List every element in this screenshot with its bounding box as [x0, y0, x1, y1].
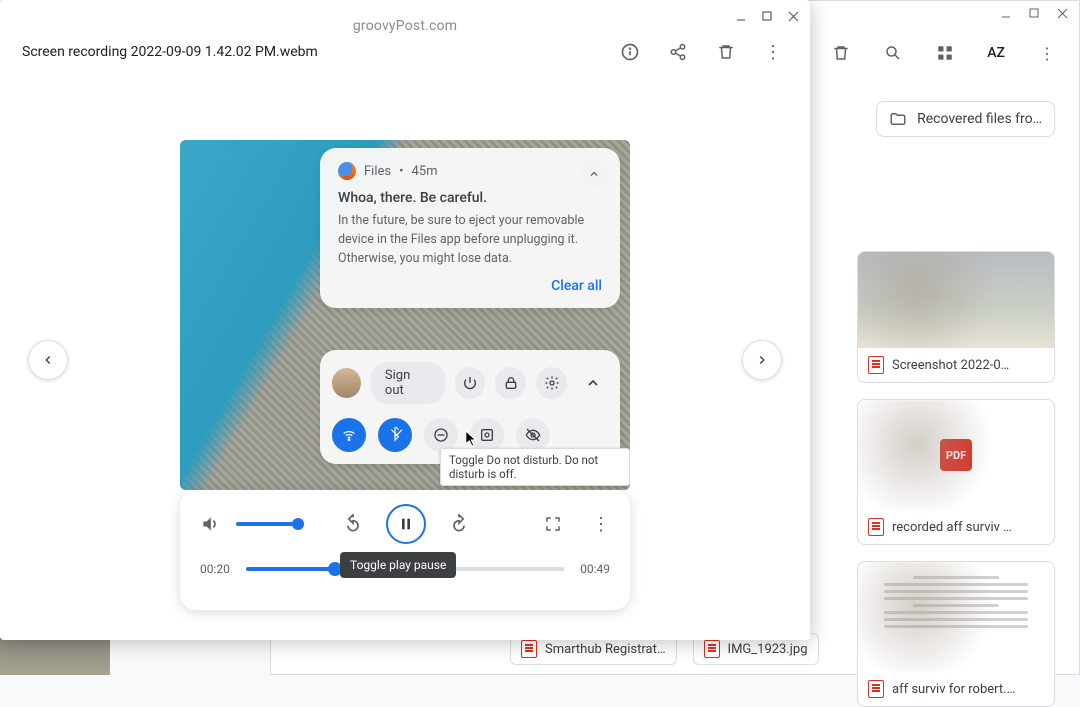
thumbnail-image [858, 252, 1054, 348]
search-icon[interactable] [883, 43, 903, 63]
wifi-toggle[interactable] [332, 418, 366, 452]
media-viewer: Files • 45m Whoa, there. Be careful. In … [0, 120, 810, 640]
pdf-badge-icon: PDF [940, 439, 972, 471]
file-label: aff surviv for robert.… [892, 682, 1015, 697]
file-label: Smarthub Registrat… [545, 642, 666, 657]
volume-icon[interactable] [200, 514, 220, 534]
visibility-off-toggle[interactable] [516, 418, 550, 452]
play-pause-button[interactable] [386, 504, 426, 544]
delete-icon[interactable] [831, 43, 851, 63]
play-pause-tooltip: Toggle play pause [340, 552, 456, 578]
folder-icon [889, 110, 907, 128]
folder-chip-label: Recovered files fro… [917, 111, 1042, 127]
power-icon[interactable] [455, 367, 486, 399]
settings-icon[interactable] [536, 367, 567, 399]
lock-icon[interactable] [495, 367, 526, 399]
notification-title: Whoa, there. Be careful. [338, 190, 602, 206]
image-file-icon [868, 356, 884, 374]
file-title: Screen recording 2022-09-09 1.42.02 PM.w… [22, 44, 318, 60]
bg-close-button[interactable] [1055, 6, 1069, 20]
app-icon [338, 162, 356, 180]
expand-icon[interactable] [577, 367, 608, 399]
clear-all-button[interactable]: Clear all [338, 278, 602, 294]
video-player-controls: ⋮ 00:20 00:49 [180, 490, 630, 610]
close-button[interactable] [786, 9, 800, 23]
notification-age: 45m [412, 164, 438, 179]
sign-out-button[interactable]: Sign out [371, 362, 445, 404]
sort-button[interactable]: AZ [987, 45, 1005, 61]
file-label: IMG_1923.jpg [728, 642, 808, 657]
collapse-icon[interactable] [580, 160, 608, 188]
current-time: 00:20 [200, 562, 230, 576]
video-frame: Files • 45m Whoa, there. Be careful. In … [180, 140, 630, 490]
notification-body: In the future, be sure to eject your rem… [338, 212, 602, 268]
pdf-file-icon [868, 680, 884, 698]
info-icon[interactable] [620, 42, 640, 62]
dnd-toggle[interactable] [424, 418, 458, 452]
player-more-icon[interactable]: ⋮ [592, 514, 610, 535]
bg-minimize-button[interactable] [999, 6, 1013, 20]
volume-slider[interactable] [236, 522, 298, 526]
user-avatar[interactable] [332, 368, 361, 398]
pdf-file-icon [868, 518, 884, 536]
fullscreen-button[interactable] [538, 509, 568, 539]
maximize-button[interactable] [760, 9, 774, 23]
folder-chip[interactable]: Recovered files fro… [876, 101, 1055, 137]
more-menu-icon[interactable]: ⋮ [764, 42, 782, 63]
more-menu-icon[interactable]: ⋮ [1037, 43, 1057, 63]
grid-view-icon[interactable] [935, 43, 955, 63]
file-label: recorded aff surviv … [892, 520, 1012, 535]
share-icon[interactable] [668, 42, 688, 62]
rewind-button[interactable] [338, 509, 368, 539]
notification-card: Files • 45m Whoa, there. Be careful. In … [320, 148, 620, 308]
duration: 00:49 [580, 562, 610, 576]
bluetooth-toggle[interactable] [378, 418, 412, 452]
thumbnail-image: PDF [858, 400, 1054, 510]
image-file-icon [704, 640, 720, 658]
gallery-titlebar [0, 0, 810, 32]
file-card[interactable]: PDF recorded aff surviv … [857, 399, 1055, 545]
file-card[interactable]: Screenshot 2022-0… [857, 251, 1055, 383]
pdf-file-icon [521, 640, 537, 658]
next-button[interactable] [742, 340, 782, 380]
screen-capture-toggle[interactable] [470, 418, 504, 452]
gallery-header: Screen recording 2022-09-09 1.42.02 PM.w… [0, 32, 810, 72]
file-label: Screenshot 2022-0… [892, 358, 1009, 373]
quick-settings-panel: Sign out [320, 350, 620, 464]
dnd-tooltip: Toggle Do not disturb. Do not disturb is… [440, 448, 630, 486]
previous-button[interactable] [28, 340, 68, 380]
notification-app: Files [364, 164, 391, 179]
bg-maximize-button[interactable] [1027, 6, 1041, 20]
delete-icon[interactable] [716, 42, 736, 62]
gallery-window: groovyPost.com Screen recording 2022-09-… [0, 0, 810, 640]
forward-button[interactable] [444, 509, 474, 539]
minimize-button[interactable] [734, 9, 748, 23]
